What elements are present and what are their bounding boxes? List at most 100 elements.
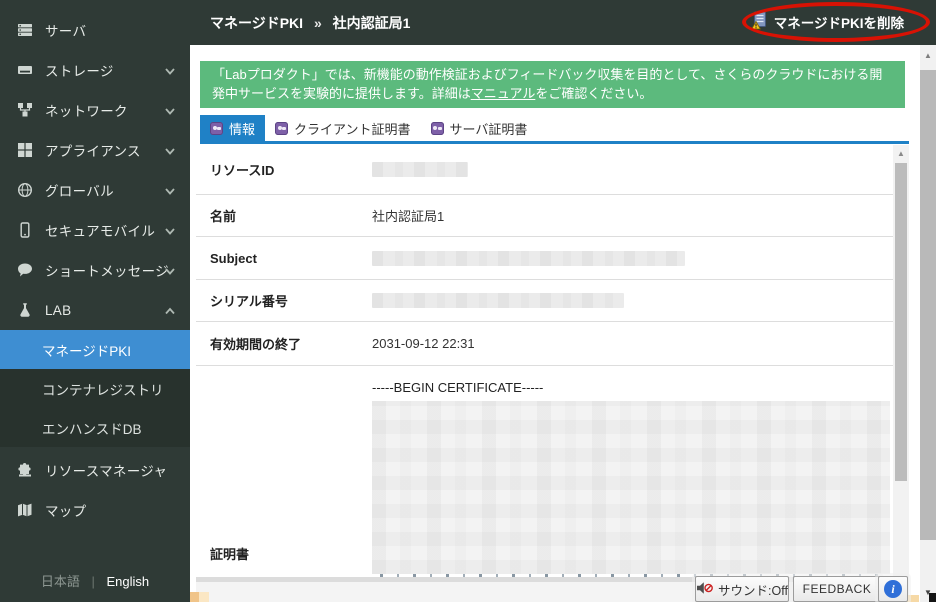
sidebar-item-label: サーバ <box>45 20 86 40</box>
content-scrollbar: ▲ <box>893 145 909 602</box>
server-icon <box>17 22 33 38</box>
tab-server-certificates[interactable]: サーバ証明書 <box>421 115 538 141</box>
sidebar-subitem-label: エンハンスドDB <box>42 418 141 438</box>
table-row-name: 名前 社内認証局1 <box>196 195 893 237</box>
row-label: 証明書 <box>196 544 372 563</box>
sidebar-item-label: ネットワーク <box>45 100 128 120</box>
feedback-button-label: FEEDBACK <box>803 582 872 596</box>
sidebar-item-short-message[interactable]: ショートメッセージ <box>0 250 190 290</box>
breadcrumb-section[interactable]: マネージドPKI <box>210 15 303 31</box>
sound-toggle-button[interactable]: サウンド:Off <box>695 576 789 602</box>
sidebar-item-label: グローバル <box>45 180 114 200</box>
sidebar-item-label: マップ <box>45 500 86 520</box>
content-scrollbar-thumb[interactable] <box>895 163 907 481</box>
table-row-resource-id: リソースID <box>196 145 893 195</box>
delete-managed-pki-button[interactable]: マネージドPKIを削除 <box>751 11 904 33</box>
redacted-value <box>372 162 468 177</box>
sound-button-label: サウンド:Off <box>718 580 788 599</box>
info-circle-icon: i <box>884 580 902 598</box>
managed-pki-page: サーバ ストレージ ネットワーク アプライアンス <box>0 0 936 602</box>
sidebar-item-server[interactable]: サーバ <box>0 10 190 50</box>
info-table: リソースID 名前 社内認証局1 Subject シリアル番号 有効期間の終了 … <box>196 145 893 577</box>
tab-icon <box>431 122 444 135</box>
breadcrumb: マネージドPKI » 社内認証局1 <box>210 13 410 33</box>
table-row-certificate: 証明書 -----BEGIN CERTIFICATE----- <box>196 366 893 577</box>
sidebar-item-label: アプライアンス <box>45 140 141 160</box>
scrollbar-corner <box>929 593 936 602</box>
resource-manager-icon <box>17 462 33 478</box>
tab-label: サーバ証明書 <box>450 119 528 138</box>
tab-icon <box>275 122 288 135</box>
sidebar-subitem-managed-pki[interactable]: マネージドPKI <box>0 330 190 369</box>
delete-button-label: マネージドPKIを削除 <box>774 12 904 32</box>
sidebar-subitem-label: コンテナレジストリ <box>42 379 164 399</box>
scroll-up-arrow-icon[interactable]: ▲ <box>920 47 936 63</box>
breadcrumb-page: 社内認証局1 <box>333 15 411 31</box>
tab-bar: 情報 クライアント証明書 サーバ証明書 <box>200 115 537 141</box>
tab-client-certificates[interactable]: クライアント証明書 <box>265 115 420 141</box>
delete-warning-icon <box>751 11 767 33</box>
certificate-value: -----BEGIN CERTIFICATE----- <box>372 380 890 574</box>
page-scrollbar-thumb[interactable] <box>920 70 936 540</box>
tab-icon <box>210 122 223 135</box>
sidebar-subitem-enhanced-db[interactable]: エンハンスドDB <box>0 408 190 447</box>
banner-text-after: をご確認ください。 <box>535 86 652 101</box>
sidebar-item-lab[interactable]: LAB <box>0 290 190 330</box>
language-japanese[interactable]: 日本語 <box>41 574 80 589</box>
scroll-up-arrow-icon[interactable]: ▲ <box>893 145 909 161</box>
tab-label: 情報 <box>229 119 255 138</box>
row-label: シリアル番号 <box>196 291 372 310</box>
sidebar-item-label: LAB <box>45 303 71 318</box>
breadcrumb-separator: » <box>314 15 322 31</box>
mobile-icon <box>17 222 33 238</box>
page-header: マネージドPKI » 社内認証局1 マネージドPKIを削除 <box>190 0 936 45</box>
lab-notice-banner: 「Labプロダクト」では、新機能の動作検証およびフィードバック収集を目的として、… <box>200 61 905 108</box>
feedback-button[interactable]: FEEDBACK <box>793 576 881 602</box>
sidebar-subitem-label: マネージドPKI <box>42 340 131 360</box>
page-scrollbar: ▲ ▼ <box>920 45 936 602</box>
sidebar-item-global[interactable]: グローバル <box>0 170 190 210</box>
row-value: 2031-09-12 22:31 <box>372 336 475 351</box>
sound-muted-icon <box>696 581 713 598</box>
sidebar-item-network[interactable]: ネットワーク <box>0 90 190 130</box>
language-divider: | <box>91 574 94 589</box>
lab-submenu: マネージドPKI コンテナレジストリ エンハンスドDB <box>0 330 190 447</box>
network-icon <box>17 102 33 118</box>
sidebar-item-appliance[interactable]: アプライアンス <box>0 130 190 170</box>
sidebar-item-storage[interactable]: ストレージ <box>0 50 190 90</box>
chevron-down-icon <box>164 224 176 236</box>
manual-link[interactable]: マニュアル <box>471 86 536 101</box>
table-row-serial-number: シリアル番号 <box>196 280 893 322</box>
sidebar: サーバ ストレージ ネットワーク アプライアンス <box>0 0 190 602</box>
tab-label: クライアント証明書 <box>294 119 410 138</box>
row-label: リソースID <box>196 160 372 179</box>
redacted-value <box>372 293 624 308</box>
row-label: Subject <box>196 251 372 266</box>
sidebar-item-resource-manager[interactable]: リソースマネージャ <box>0 450 190 490</box>
chat-bubble-icon <box>17 262 33 278</box>
help-info-button[interactable]: i <box>878 576 908 602</box>
sidebar-item-label: ストレージ <box>45 60 114 80</box>
sidebar-item-secure-mobile[interactable]: セキュアモバイル <box>0 210 190 250</box>
row-label: 有効期間の終了 <box>196 334 372 353</box>
sidebar-item-map[interactable]: マップ <box>0 490 190 530</box>
globe-icon <box>17 182 33 198</box>
language-english[interactable]: English <box>107 574 150 589</box>
sidebar-item-label: ショートメッセージ <box>45 260 169 280</box>
chevron-down-icon <box>164 184 176 196</box>
appliance-icon <box>17 142 33 158</box>
tab-info[interactable]: 情報 <box>200 115 265 141</box>
redacted-certificate-block <box>372 401 890 574</box>
map-icon <box>17 502 33 518</box>
tab-underline <box>200 141 909 144</box>
table-row-subject: Subject <box>196 237 893 280</box>
sidebar-subitem-container-registry[interactable]: コンテナレジストリ <box>0 369 190 408</box>
redacted-value <box>372 251 685 266</box>
chevron-up-icon <box>164 304 176 316</box>
row-label: 名前 <box>196 206 372 225</box>
chevron-down-icon <box>164 64 176 76</box>
bottom-left-accent <box>190 592 209 602</box>
sidebar-item-label: セキュアモバイル <box>45 220 155 240</box>
language-switch: 日本語 | English <box>0 571 190 590</box>
row-value: 社内認証局1 <box>372 206 444 225</box>
